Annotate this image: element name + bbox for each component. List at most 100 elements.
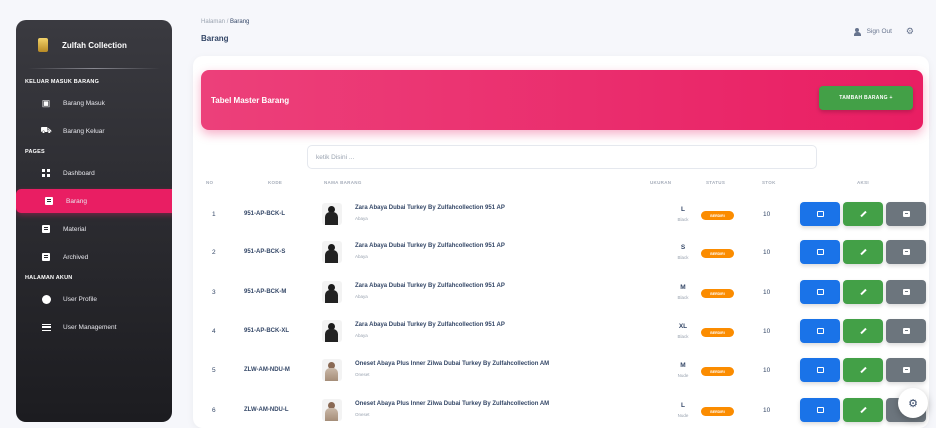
- detail-button[interactable]: [800, 358, 840, 382]
- product-thumbnail: [322, 203, 342, 225]
- sidebar: Zulfah Collection KELUAR MASUK BARANG ▣ …: [16, 20, 172, 422]
- sidebar-divider: [28, 68, 160, 69]
- settings-fab[interactable]: ⚙: [898, 388, 928, 418]
- row-ukuran: M: [680, 284, 686, 291]
- row-stok: 10: [763, 328, 771, 335]
- th-ukuran: UKURAN: [650, 180, 672, 185]
- archive-button[interactable]: [886, 358, 926, 382]
- pencil-icon: [859, 210, 867, 218]
- row-kategori: Oneset: [355, 372, 370, 377]
- row-no: 2: [212, 249, 216, 256]
- archive-button[interactable]: [886, 240, 926, 264]
- sidebar-item-label: Material: [63, 225, 87, 233]
- archive-icon: [39, 253, 53, 261]
- sidebar-item-label: Barang Masuk: [63, 99, 105, 107]
- sidebar-item-label: Barang: [66, 197, 87, 205]
- archive-icon: [902, 289, 910, 295]
- sidebar-item-barang-keluar[interactable]: ⛟ Barang Keluar: [27, 119, 161, 143]
- sidebar-item-label: User Management: [63, 323, 117, 331]
- row-no: 6: [212, 407, 216, 414]
- pencil-icon: [859, 288, 867, 296]
- row-stok: 10: [763, 407, 771, 414]
- table-row: 5 ZLW-AM-NDU-M Oneset Abaya Plus Inner Z…: [201, 354, 926, 388]
- status-badge: BERDIRI: [701, 328, 734, 337]
- top-actions: Sign Out ⚙: [853, 26, 914, 37]
- gear-icon[interactable]: ⚙: [906, 26, 914, 37]
- edit-button[interactable]: [843, 319, 883, 343]
- edit-button[interactable]: [843, 280, 883, 304]
- page-title: Barang: [201, 34, 229, 43]
- sidebar-item-user-management[interactable]: User Management: [27, 315, 161, 339]
- brand[interactable]: Zulfah Collection: [16, 30, 172, 60]
- row-kode: 951-AP-BCK-L: [244, 211, 286, 217]
- detail-icon: [816, 328, 824, 334]
- archive-button[interactable]: [886, 202, 926, 226]
- row-ukuran: XL: [678, 323, 688, 330]
- card-header: Tabel Master Barang TAMBAH BARANG +: [201, 70, 923, 130]
- sidebar-item-material[interactable]: Material: [27, 217, 161, 241]
- row-stok: 10: [763, 289, 771, 296]
- row-warna: Black: [677, 255, 689, 260]
- gear-icon: ⚙: [908, 397, 918, 410]
- th-no: NO: [206, 180, 214, 185]
- row-kode: 951-AP-BCK-S: [244, 249, 286, 255]
- table-row: 4 951-AP-BCK-XL Zara Abaya Dubai Turkey …: [201, 315, 926, 349]
- row-warna: Black: [677, 295, 689, 300]
- add-barang-button[interactable]: TAMBAH BARANG +: [819, 86, 913, 110]
- sidebar-item-archived[interactable]: Archived: [27, 245, 161, 269]
- sidebar-item-user-profile[interactable]: User Profile: [27, 287, 161, 311]
- detail-button[interactable]: [800, 240, 840, 264]
- section-title-keluar-masuk: KELUAR MASUK BARANG: [25, 79, 100, 85]
- archive-icon: [902, 367, 910, 373]
- search-input[interactable]: [307, 145, 817, 169]
- row-nama: Oneset Abaya Plus Inner Zilwa Dubai Turk…: [355, 361, 550, 367]
- breadcrumb-separator: /: [226, 19, 229, 25]
- pencil-icon: [859, 406, 867, 414]
- edit-button[interactable]: [843, 202, 883, 226]
- archive-button[interactable]: [886, 319, 926, 343]
- detail-button[interactable]: [800, 280, 840, 304]
- detail-icon: [816, 367, 824, 373]
- detail-button[interactable]: [800, 202, 840, 226]
- detail-button[interactable]: [800, 398, 840, 422]
- row-nama: Zara Abaya Dubai Turkey By Zulfahcollect…: [355, 283, 505, 289]
- product-thumbnail: [322, 281, 342, 303]
- pencil-icon: [859, 366, 867, 374]
- sidebar-item-dashboard[interactable]: Dashboard: [27, 161, 161, 185]
- row-stok: 10: [763, 249, 771, 256]
- section-title-halaman-akun: HALAMAN AKUN: [25, 275, 73, 281]
- row-ukuran: M: [680, 362, 686, 369]
- row-stok: 10: [763, 211, 771, 218]
- user-circle-icon: [39, 294, 53, 304]
- pencil-icon: [859, 327, 867, 335]
- product-thumbnail: [322, 320, 342, 342]
- table-row: 3 951-AP-BCK-M Zara Abaya Dubai Turkey B…: [201, 276, 926, 310]
- edit-button[interactable]: [843, 240, 883, 264]
- product-thumbnail: [322, 359, 342, 381]
- th-stok: STOK: [762, 180, 776, 185]
- row-stok: 10: [763, 367, 771, 374]
- sign-out-link[interactable]: Sign Out: [867, 28, 892, 35]
- breadcrumb-parent[interactable]: Halaman: [201, 19, 225, 25]
- brand-logo-icon: [38, 38, 48, 52]
- pencil-icon: [859, 248, 867, 256]
- row-kode: ZLW-AM-NDU-L: [244, 407, 289, 413]
- row-nama: Oneset Abaya Plus Inner Zilwa Dubai Turk…: [355, 401, 550, 407]
- edit-button[interactable]: [843, 358, 883, 382]
- box-icon: ▣: [41, 97, 51, 108]
- sidebar-item-label: Dashboard: [63, 169, 95, 177]
- row-kode: 951-AP-BCK-M: [244, 289, 287, 295]
- row-nama: Zara Abaya Dubai Turkey By Zulfahcollect…: [355, 205, 505, 211]
- detail-button[interactable]: [800, 319, 840, 343]
- row-warna: Nude: [677, 373, 689, 378]
- row-ukuran: L: [681, 402, 685, 409]
- archive-button[interactable]: [886, 280, 926, 304]
- sidebar-item-barang[interactable]: Barang: [16, 189, 172, 213]
- edit-button[interactable]: [843, 398, 883, 422]
- truck-icon: ⛟: [40, 125, 52, 135]
- row-kategori: Abaya: [355, 216, 368, 221]
- status-badge: BERDIRI: [701, 289, 734, 298]
- user-icon[interactable]: [853, 27, 861, 36]
- sidebar-item-barang-masuk[interactable]: ▣ Barang Masuk: [27, 91, 161, 115]
- status-badge: BERDIRI: [701, 211, 734, 220]
